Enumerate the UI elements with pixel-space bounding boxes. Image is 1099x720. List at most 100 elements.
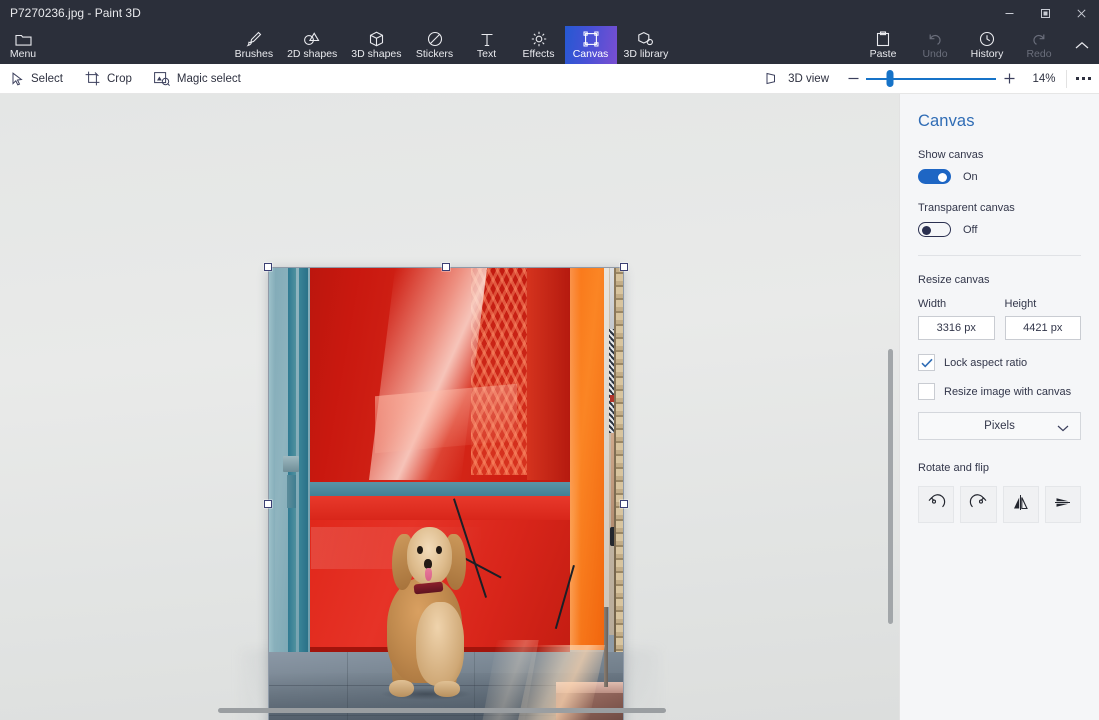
paste-icon <box>876 30 890 47</box>
resize-handle-middle-left[interactable] <box>264 499 272 508</box>
zoom-slider[interactable] <box>866 64 996 94</box>
history-button[interactable]: History <box>961 26 1013 64</box>
height-input[interactable]: 4421 px <box>1004 316 1081 340</box>
collapse-ribbon-button[interactable] <box>1065 26 1099 64</box>
title-bar: P7270236.jpg - Paint 3D <box>0 0 1099 26</box>
chevron-down-icon <box>1057 423 1069 435</box>
show-canvas-toggle[interactable] <box>918 169 951 184</box>
3d-shapes-icon <box>369 30 384 47</box>
zoom-out-button[interactable] <box>840 66 866 92</box>
rotate-right-icon <box>969 493 988 517</box>
tab-effects[interactable]: Effects <box>513 26 565 64</box>
secondary-toolbar: Select Crop Magic select 3D view 14% <box>0 64 1099 94</box>
checkmark-icon <box>920 358 933 368</box>
undo-button[interactable]: Undo <box>909 26 961 64</box>
magic-select-icon <box>154 71 170 86</box>
magic-select-label: Magic select <box>176 72 241 85</box>
cursor-select-icon <box>11 71 24 86</box>
zoom-level-value: 14% <box>1032 72 1056 85</box>
vertical-scrollbar-thumb[interactable] <box>888 349 893 624</box>
canvas-image[interactable] <box>269 268 623 720</box>
canvas-stage[interactable] <box>0 94 900 720</box>
width-field-group: Width 3316 px <box>918 298 995 340</box>
history-label: History <box>970 48 1004 60</box>
tab-brushes-label: Brushes <box>234 48 274 60</box>
tab-stickers[interactable]: Stickers <box>409 26 461 64</box>
tab-3d-library[interactable]: 3D library <box>617 26 676 64</box>
lock-aspect-ratio-checkbox[interactable] <box>918 354 935 371</box>
zoom-in-button[interactable] <box>996 66 1022 92</box>
size-fields: Width 3316 px Height 4421 px <box>918 298 1081 340</box>
horizontal-scrollbar[interactable] <box>0 707 900 714</box>
2d-shapes-icon <box>303 30 321 47</box>
zoom-controls: 14% <box>840 64 1066 94</box>
tab-2d-shapes-label: 2D shapes <box>287 48 338 60</box>
redo-label: Redo <box>1026 48 1052 60</box>
rotate-and-flip-label: Rotate and flip <box>918 462 989 474</box>
resize-handle-top-left[interactable] <box>264 263 272 271</box>
resize-handle-top-center[interactable] <box>442 263 450 271</box>
select-tool-label: Select <box>31 72 63 85</box>
more-options-icon <box>1075 77 1091 80</box>
close-button[interactable] <box>1063 0 1099 26</box>
tab-3d-shapes[interactable]: 3D shapes <box>344 26 408 64</box>
crop-tool-button[interactable]: Crop <box>74 64 143 94</box>
lock-aspect-ratio-row[interactable]: Lock aspect ratio <box>918 354 1081 371</box>
redo-button[interactable]: Redo <box>1013 26 1065 64</box>
resize-image-with-canvas-checkbox[interactable] <box>918 383 935 400</box>
rotate-left-button[interactable] <box>918 486 955 523</box>
show-canvas-row: On <box>918 169 1081 184</box>
restore-button[interactable] <box>1027 0 1063 26</box>
undo-icon <box>927 30 943 47</box>
menu-label: Menu <box>9 48 37 60</box>
brush-icon <box>246 30 262 47</box>
height-field-group: Height 4421 px <box>1004 298 1081 340</box>
panel-divider <box>918 255 1081 256</box>
3d-view-label: 3D view <box>788 72 829 85</box>
folder-icon <box>14 30 32 47</box>
width-label: Width <box>918 298 947 310</box>
resize-image-with-canvas-row[interactable]: Resize image with canvas <box>918 383 1081 400</box>
3d-view-button[interactable]: 3D view <box>755 64 840 94</box>
artboard[interactable] <box>264 263 628 720</box>
crop-icon <box>85 71 100 86</box>
tab-effects-label: Effects <box>522 48 555 60</box>
crop-tool-label: Crop <box>106 72 132 85</box>
zoom-slider-thumb[interactable] <box>886 70 894 87</box>
paste-button[interactable]: Paste <box>857 26 909 64</box>
tab-canvas[interactable]: Canvas <box>564 26 617 64</box>
tab-brushes[interactable]: Brushes <box>228 26 281 64</box>
select-tool-button[interactable]: Select <box>0 64 74 94</box>
units-select[interactable]: Pixels <box>918 412 1081 440</box>
menu-button[interactable]: Menu <box>0 26 46 64</box>
3d-library-icon <box>637 30 654 47</box>
redo-icon <box>1031 30 1047 47</box>
transparent-canvas-toggle[interactable] <box>918 222 951 237</box>
width-input[interactable]: 3316 px <box>918 316 995 340</box>
flip-horizontal-button[interactable] <box>1002 486 1039 523</box>
zoom-slider-track <box>866 77 996 80</box>
flip-horizontal-icon <box>1011 493 1030 517</box>
magic-select-button[interactable]: Magic select <box>143 64 252 94</box>
resize-image-with-canvas-label: Resize image with canvas <box>944 385 1072 398</box>
show-canvas-state: On <box>963 170 978 183</box>
tab-2d-shapes[interactable]: 2D shapes <box>280 26 344 64</box>
undo-label: Undo <box>922 48 948 60</box>
transparent-canvas-row: Off <box>918 222 1081 237</box>
3d-view-icon <box>766 72 781 85</box>
resize-handle-middle-right[interactable] <box>620 499 628 508</box>
resize-handle-top-right[interactable] <box>620 263 628 271</box>
transparent-canvas-state: Off <box>963 223 978 236</box>
tab-text[interactable]: Text <box>461 26 513 64</box>
show-canvas-label: Show canvas <box>918 149 984 161</box>
vertical-scrollbar[interactable] <box>887 184 894 680</box>
rotate-flip-buttons <box>918 486 1081 523</box>
more-options-button[interactable] <box>1067 64 1099 94</box>
flip-vertical-button[interactable] <box>1044 486 1081 523</box>
rotate-right-button[interactable] <box>960 486 997 523</box>
dog-subject <box>368 527 488 700</box>
tab-stickers-label: Stickers <box>415 48 454 60</box>
canvas-panel: Canvas Show canvas On Transparent canvas… <box>900 94 1099 720</box>
horizontal-scrollbar-thumb[interactable] <box>218 708 666 713</box>
minimize-button[interactable] <box>991 0 1027 26</box>
